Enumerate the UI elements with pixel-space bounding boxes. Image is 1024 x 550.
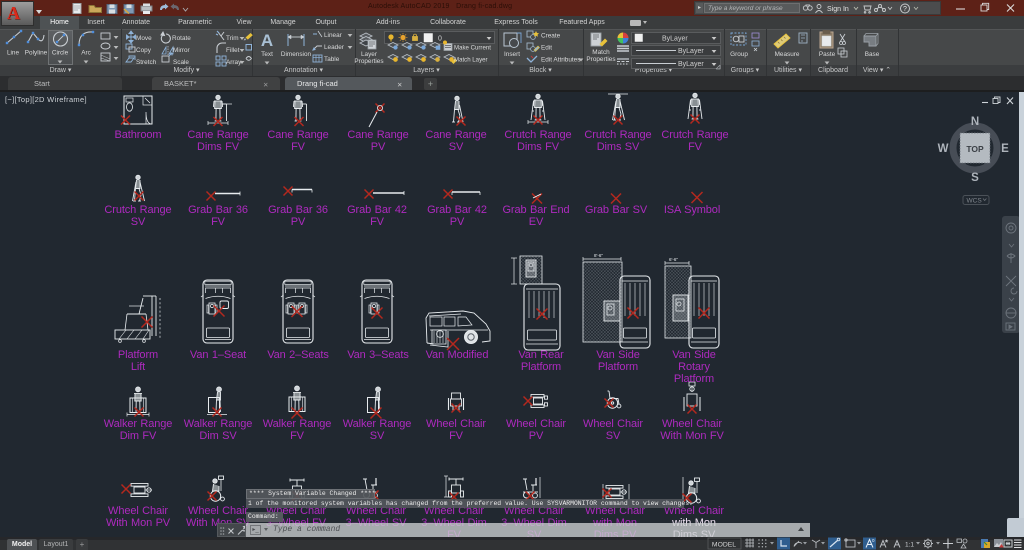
svg-text:Line: Line (7, 50, 20, 57)
svg-text:Polyline: Polyline (25, 50, 48, 57)
svg-text:6'-6": 6'-6" (669, 257, 678, 262)
svg-text:ByLayer: ByLayer (662, 36, 688, 43)
svg-text:N: N (971, 116, 979, 128)
svg-text:Match: Match (592, 49, 610, 56)
svg-text:Trim: Trim (226, 35, 239, 42)
svg-text:0: 0 (438, 36, 442, 43)
svg-text:MODEL: MODEL (712, 542, 736, 549)
svg-text:Array: Array (226, 59, 242, 66)
svg-text:Match Layer: Match Layer (454, 57, 488, 64)
svg-text:S: S (971, 172, 979, 184)
svg-text:?: ? (903, 6, 907, 13)
svg-text:Sign In: Sign In (827, 6, 849, 13)
svg-text:Base: Base (865, 51, 880, 58)
svg-text:Table: Table (324, 56, 340, 63)
svg-text:A: A (261, 31, 273, 50)
svg-text:1:1: 1:1 (905, 542, 914, 549)
svg-text:Edit: Edit (541, 45, 552, 52)
svg-text:Make Current: Make Current (454, 45, 491, 52)
svg-text:Paste: Paste (819, 51, 836, 58)
svg-text:Mirror: Mirror (173, 47, 191, 54)
svg-text:8'-6": 8'-6" (594, 253, 603, 258)
svg-text:WCS: WCS (967, 198, 983, 205)
svg-text:Stretch: Stretch (136, 59, 157, 66)
svg-text:Leader: Leader (324, 44, 345, 51)
svg-text:Properties: Properties (586, 56, 615, 63)
svg-text:Copy: Copy (136, 47, 152, 54)
svg-text:Circle: Circle (52, 50, 69, 57)
svg-text:Move: Move (136, 35, 152, 42)
svg-text:Rotate: Rotate (172, 35, 191, 42)
svg-text:Insert: Insert (504, 51, 520, 58)
svg-text:Fillet: Fillet (226, 47, 240, 54)
svg-text:Linear: Linear (324, 32, 343, 39)
svg-text:E: E (1001, 143, 1009, 155)
svg-text:Measure: Measure (775, 51, 800, 58)
svg-text:ByLayer: ByLayer (678, 48, 704, 55)
svg-text:W: W (938, 143, 949, 155)
svg-text:Layer: Layer (361, 51, 378, 58)
svg-text:Properties: Properties (354, 58, 383, 65)
svg-text:Scale: Scale (173, 59, 189, 66)
svg-text:Create: Create (541, 33, 561, 40)
svg-text:Arc: Arc (81, 50, 91, 57)
svg-text:Edit Attributes: Edit Attributes (541, 57, 580, 64)
svg-text:Text: Text (261, 51, 273, 58)
svg-text:Group: Group (730, 51, 748, 58)
svg-text:TOP: TOP (966, 144, 984, 154)
svg-text:Dimension: Dimension (281, 51, 312, 58)
svg-text:ByLayer: ByLayer (678, 61, 704, 68)
